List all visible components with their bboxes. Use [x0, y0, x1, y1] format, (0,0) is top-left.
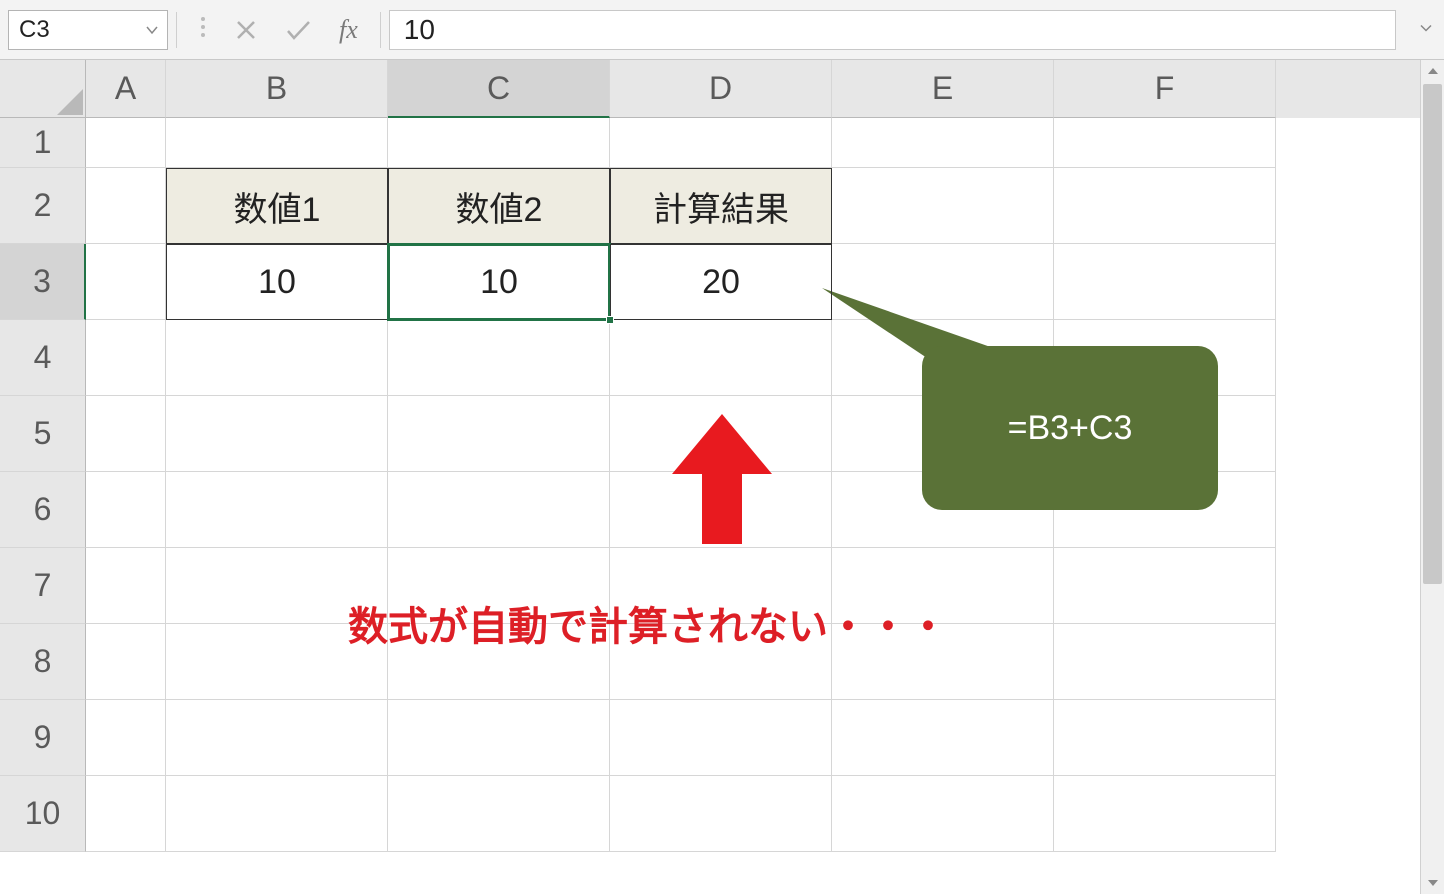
cell-e1[interactable]	[832, 118, 1054, 168]
cell-c10[interactable]	[388, 776, 610, 852]
row-header-3[interactable]: 3	[0, 244, 86, 320]
cell-d4[interactable]	[610, 320, 832, 396]
callout-text: =B3+C3	[1008, 409, 1133, 448]
cell-e10[interactable]	[832, 776, 1054, 852]
grid-wrap: ABCDEF =B3+C3 数式が自動で計算されない・・・ 数値1 数値2 計算結果…	[86, 60, 1444, 894]
cell-f7[interactable]	[1054, 548, 1276, 624]
row-header-7[interactable]: 7	[0, 548, 86, 624]
cell-c1[interactable]	[388, 118, 610, 168]
cell-b9[interactable]	[166, 700, 388, 776]
column-header-c[interactable]: C	[388, 60, 610, 118]
cell-c6[interactable]	[388, 472, 610, 548]
column-header-b[interactable]: B	[166, 60, 388, 118]
divider	[380, 12, 381, 48]
annotation-text: 数式が自動で計算されない・・・	[348, 594, 948, 652]
cell-reference: C3	[19, 16, 50, 44]
cell-b10[interactable]	[166, 776, 388, 852]
options-icon[interactable]	[199, 15, 207, 44]
cell-value: 計算結果	[653, 182, 789, 231]
cell-c2[interactable]: 数値2	[388, 168, 610, 244]
cell-a8[interactable]	[86, 624, 166, 700]
cell-e9[interactable]	[832, 700, 1054, 776]
cell-d3[interactable]: 20	[610, 244, 832, 320]
cell-value: 20	[702, 263, 740, 302]
spreadsheet: 12345678910 ABCDEF =B3+C3 数式が自動で計算されない・・…	[0, 60, 1444, 894]
row-header-8[interactable]: 8	[0, 624, 86, 700]
formula-bar-icons: fx	[185, 15, 372, 45]
cell-d1[interactable]	[610, 118, 832, 168]
cell-d2[interactable]: 計算結果	[610, 168, 832, 244]
cell-b6[interactable]	[166, 472, 388, 548]
cell-a7[interactable]	[86, 548, 166, 624]
row-header-1[interactable]: 1	[0, 118, 86, 168]
formula-callout: =B3+C3	[922, 346, 1218, 510]
cell-a9[interactable]	[86, 700, 166, 776]
column-headers: ABCDEF	[86, 60, 1444, 118]
column-header-e[interactable]: E	[832, 60, 1054, 118]
cell-a3[interactable]	[86, 244, 166, 320]
cell-b3[interactable]: 10	[166, 244, 388, 320]
formula-value: 10	[404, 14, 435, 46]
column-header-f[interactable]: F	[1054, 60, 1276, 118]
cell-grid[interactable]: =B3+C3 数式が自動で計算されない・・・ 数値1 数値2 計算結果 10 10 20	[86, 118, 1444, 894]
cell-a2[interactable]	[86, 168, 166, 244]
cell-f3[interactable]	[1054, 244, 1276, 320]
row-header-9[interactable]: 9	[0, 700, 86, 776]
cell-b2[interactable]: 数値1	[166, 168, 388, 244]
cell-f10[interactable]	[1054, 776, 1276, 852]
row-header-10[interactable]: 10	[0, 776, 86, 852]
cell-c5[interactable]	[388, 396, 610, 472]
fx-icon[interactable]: fx	[339, 15, 358, 45]
name-box-dropdown-icon[interactable]	[145, 16, 159, 44]
cell-a6[interactable]	[86, 472, 166, 548]
cell-f9[interactable]	[1054, 700, 1276, 776]
cancel-icon[interactable]	[235, 19, 257, 41]
column-header-a[interactable]: A	[86, 60, 166, 118]
row-header-6[interactable]: 6	[0, 472, 86, 548]
expand-formula-bar-icon[interactable]	[1418, 20, 1434, 41]
formula-input[interactable]: 10	[389, 10, 1396, 50]
cell-b1[interactable]	[166, 118, 388, 168]
arrow-up-icon	[672, 414, 772, 549]
scrollbar-thumb[interactable]	[1423, 84, 1442, 584]
cell-c3[interactable]: 10	[388, 244, 610, 320]
cell-value: 10	[480, 263, 518, 302]
cell-a5[interactable]	[86, 396, 166, 472]
cell-value: 数値2	[456, 182, 543, 231]
scrollbar-track[interactable]	[1421, 82, 1444, 872]
name-box[interactable]: C3	[8, 10, 168, 50]
scroll-down-icon[interactable]	[1421, 872, 1444, 894]
cell-f8[interactable]	[1054, 624, 1276, 700]
cell-b5[interactable]	[166, 396, 388, 472]
fill-handle[interactable]	[606, 316, 614, 324]
row-headers: 12345678910	[0, 118, 86, 852]
cell-e2[interactable]	[832, 168, 1054, 244]
row-header-5[interactable]: 5	[0, 396, 86, 472]
divider	[176, 12, 177, 48]
select-all-corner[interactable]	[0, 60, 86, 118]
cell-d9[interactable]	[610, 700, 832, 776]
cell-b4[interactable]	[166, 320, 388, 396]
cell-f2[interactable]	[1054, 168, 1276, 244]
cell-f1[interactable]	[1054, 118, 1276, 168]
row-header-2[interactable]: 2	[0, 168, 86, 244]
cell-value: 数値1	[234, 182, 321, 231]
cell-a4[interactable]	[86, 320, 166, 396]
vertical-scrollbar[interactable]	[1420, 60, 1444, 894]
scroll-up-icon[interactable]	[1421, 60, 1444, 82]
enter-icon[interactable]	[285, 19, 311, 41]
row-header-4[interactable]: 4	[0, 320, 86, 396]
formula-bar: C3 fx 10	[0, 0, 1444, 60]
left-pane: 12345678910	[0, 60, 86, 894]
cell-c9[interactable]	[388, 700, 610, 776]
cell-a10[interactable]	[86, 776, 166, 852]
cell-value: 10	[258, 263, 296, 302]
cell-a1[interactable]	[86, 118, 166, 168]
column-header-d[interactable]: D	[610, 60, 832, 118]
cell-d10[interactable]	[610, 776, 832, 852]
cell-c4[interactable]	[388, 320, 610, 396]
